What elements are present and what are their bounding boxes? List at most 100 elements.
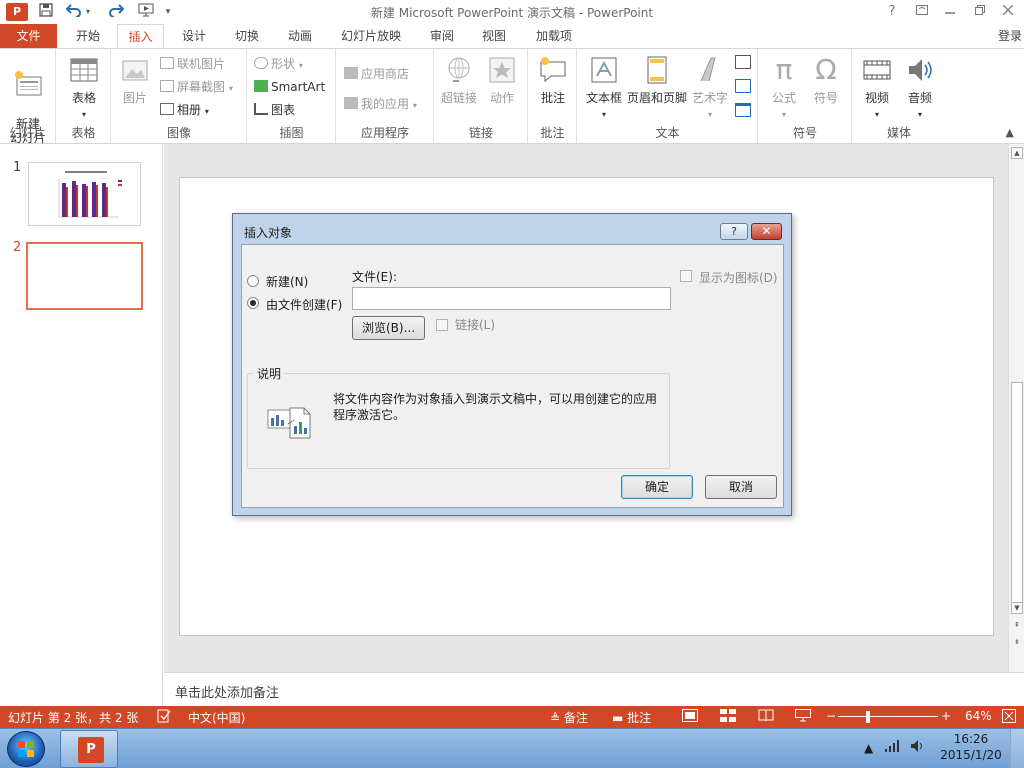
dialog-help-button[interactable]: ? <box>720 223 748 240</box>
zoom-slider[interactable] <box>838 716 938 717</box>
ok-button[interactable]: 确定 <box>621 475 693 499</box>
clock-date: 2015/1/20 <box>940 748 1002 762</box>
album-icon <box>160 103 174 115</box>
zoom-level[interactable]: 64% <box>965 709 992 723</box>
scroll-up-icon[interactable]: ▲ <box>1011 147 1023 159</box>
online-pictures-icon <box>160 57 174 69</box>
chart-icon <box>254 103 268 115</box>
my-apps-button[interactable]: 我的应用 ▾ <box>344 95 417 113</box>
my-apps-icon <box>344 97 358 109</box>
notes-pane[interactable]: 单击此处添加备注 <box>164 672 1024 706</box>
zoom-slider-thumb[interactable] <box>866 711 870 723</box>
notes-toggle[interactable]: ≜ 备注 <box>550 709 588 726</box>
online-pictures-button[interactable]: 联机图片 <box>160 55 225 73</box>
tab-review[interactable]: 审阅 <box>418 24 466 48</box>
slide-sorter-icon[interactable] <box>720 709 736 725</box>
normal-view-icon[interactable] <box>682 709 698 725</box>
scroll-down-icon[interactable]: ▼ <box>1011 602 1023 614</box>
collapse-ribbon-icon[interactable]: ▲ <box>1006 126 1014 139</box>
system-clock[interactable]: 16:26 2015/1/20 <box>940 731 1002 763</box>
tab-file[interactable]: 文件 <box>0 24 57 48</box>
close-icon[interactable] <box>994 2 1022 22</box>
reading-view-icon[interactable] <box>758 709 774 725</box>
hyperlink-button[interactable]: 超链接 <box>439 55 479 106</box>
tab-animations[interactable]: 动画 <box>276 24 324 48</box>
next-slide-icon[interactable]: ⇟ <box>1011 637 1023 649</box>
hyperlink-label: 超链接 <box>440 91 477 105</box>
slide-thumbnail-2[interactable] <box>26 242 143 310</box>
symbol-button[interactable]: Ω 符号 <box>807 55 845 106</box>
table-button[interactable]: 表格 ▾ <box>61 55 107 120</box>
smartart-icon <box>254 80 268 92</box>
cancel-button[interactable]: 取消 <box>705 475 777 499</box>
start-button[interactable] <box>7 731 45 767</box>
group-label-tables: 表格 <box>71 126 96 140</box>
album-button[interactable]: 相册 ▾ <box>160 101 209 119</box>
file-path-input[interactable] <box>352 287 671 310</box>
link-checkbox[interactable] <box>436 319 448 331</box>
equation-button[interactable]: π 公式 ▾ <box>765 55 803 120</box>
login-link[interactable]: 登录 <box>998 24 1022 48</box>
vertical-scrollbar[interactable]: ▲ ▼ ⇞ ⇟ <box>1008 144 1024 672</box>
shapes-button[interactable]: 形状 ▾ <box>254 55 303 73</box>
tab-home[interactable]: 开始 <box>64 24 112 48</box>
slide-number-icon[interactable] <box>735 79 751 93</box>
group-apps: 应用商店 我的应用 ▾ 应用程序 <box>337 49 434 143</box>
header-footer-button[interactable]: 页眉和页脚 <box>626 55 688 106</box>
ribbon-display-options-icon[interactable] <box>908 2 936 22</box>
chevron-down-icon: ▾ <box>874 110 879 119</box>
chart-button[interactable]: 图表 <box>254 101 295 119</box>
tab-view[interactable]: 视图 <box>470 24 518 48</box>
fit-to-window-icon[interactable] <box>1002 709 1016 726</box>
zoom-in-icon[interactable]: + <box>941 709 951 723</box>
display-as-icon-checkbox[interactable] <box>680 270 692 282</box>
textbox-button[interactable]: 文本框 ▾ <box>582 55 626 120</box>
browse-button[interactable]: 浏览(B)... <box>352 316 425 340</box>
comments-toggle[interactable]: ▬ 批注 <box>612 709 651 726</box>
video-button[interactable]: 视频 ▾ <box>857 55 897 120</box>
picture-button[interactable]: 图片 <box>118 55 152 106</box>
help-button[interactable]: ? <box>878 2 906 22</box>
previous-slide-icon[interactable]: ⇞ <box>1011 620 1023 632</box>
language-status[interactable]: 中文(中国) <box>188 709 245 726</box>
powerpoint-app-icon: P <box>78 737 104 763</box>
wordart-button[interactable]: 艺术字 ▾ <box>690 55 730 120</box>
tab-slideshow[interactable]: 幻灯片放映 <box>331 24 411 48</box>
scrollbar-thumb[interactable] <box>1011 382 1023 610</box>
slideshow-view-icon[interactable] <box>795 709 811 725</box>
network-icon[interactable] <box>884 739 900 756</box>
radio-from-file[interactable] <box>247 297 259 309</box>
restore-icon[interactable] <box>966 2 994 22</box>
group-links: 超链接 动作 链接 <box>435 49 528 143</box>
radio-new-label[interactable]: 新建(N) <box>266 273 308 290</box>
file-label: 文件(E): <box>352 270 397 284</box>
tab-insert[interactable]: 插入 <box>117 24 164 49</box>
tab-design[interactable]: 设计 <box>170 24 218 48</box>
dialog-close-button[interactable]: ✕ <box>751 223 782 240</box>
action-button[interactable]: 动作 <box>484 55 520 106</box>
zoom-out-icon[interactable]: − <box>826 709 836 723</box>
spell-check-icon[interactable] <box>157 709 171 726</box>
date-time-icon[interactable] <box>735 55 751 69</box>
tab-transitions[interactable]: 切换 <box>223 24 271 48</box>
screenshot-button[interactable]: 屏幕截图 ▾ <box>160 78 233 96</box>
slide-thumbnail-1[interactable] <box>28 162 141 226</box>
show-desktop-button[interactable] <box>1010 729 1024 768</box>
show-hidden-icons-icon[interactable]: ▲ <box>864 741 873 755</box>
taskbar-powerpoint-button[interactable]: P <box>60 730 118 768</box>
store-button[interactable]: 应用商店 <box>344 65 409 83</box>
description-groupbox: 说明 将文件内容作为对象插入到演示文稿中，可以用创建它的应用程序激活它。 <box>247 365 670 469</box>
header-footer-label: 页眉和页脚 <box>626 91 687 105</box>
minimize-icon[interactable] <box>936 2 964 22</box>
comment-button[interactable]: 批注 <box>535 55 571 106</box>
window-title: 新建 Microsoft PowerPoint 演示文稿 - PowerPoin… <box>370 6 654 20</box>
audio-button[interactable]: 音频 ▾ <box>900 55 940 120</box>
object-icon[interactable] <box>735 103 751 117</box>
dialog-body: 新建(N) 由文件创建(F) 文件(E): 浏览(B)... 链接(L) 显示为… <box>241 244 784 508</box>
volume-icon[interactable] <box>910 739 926 756</box>
radio-new[interactable] <box>247 275 259 287</box>
my-apps-label: 我的应用 <box>361 97 410 111</box>
tab-addins[interactable]: 加载项 <box>526 24 582 48</box>
radio-from-file-label[interactable]: 由文件创建(F) <box>266 296 342 313</box>
smartart-button[interactable]: SmartArt <box>254 78 325 96</box>
